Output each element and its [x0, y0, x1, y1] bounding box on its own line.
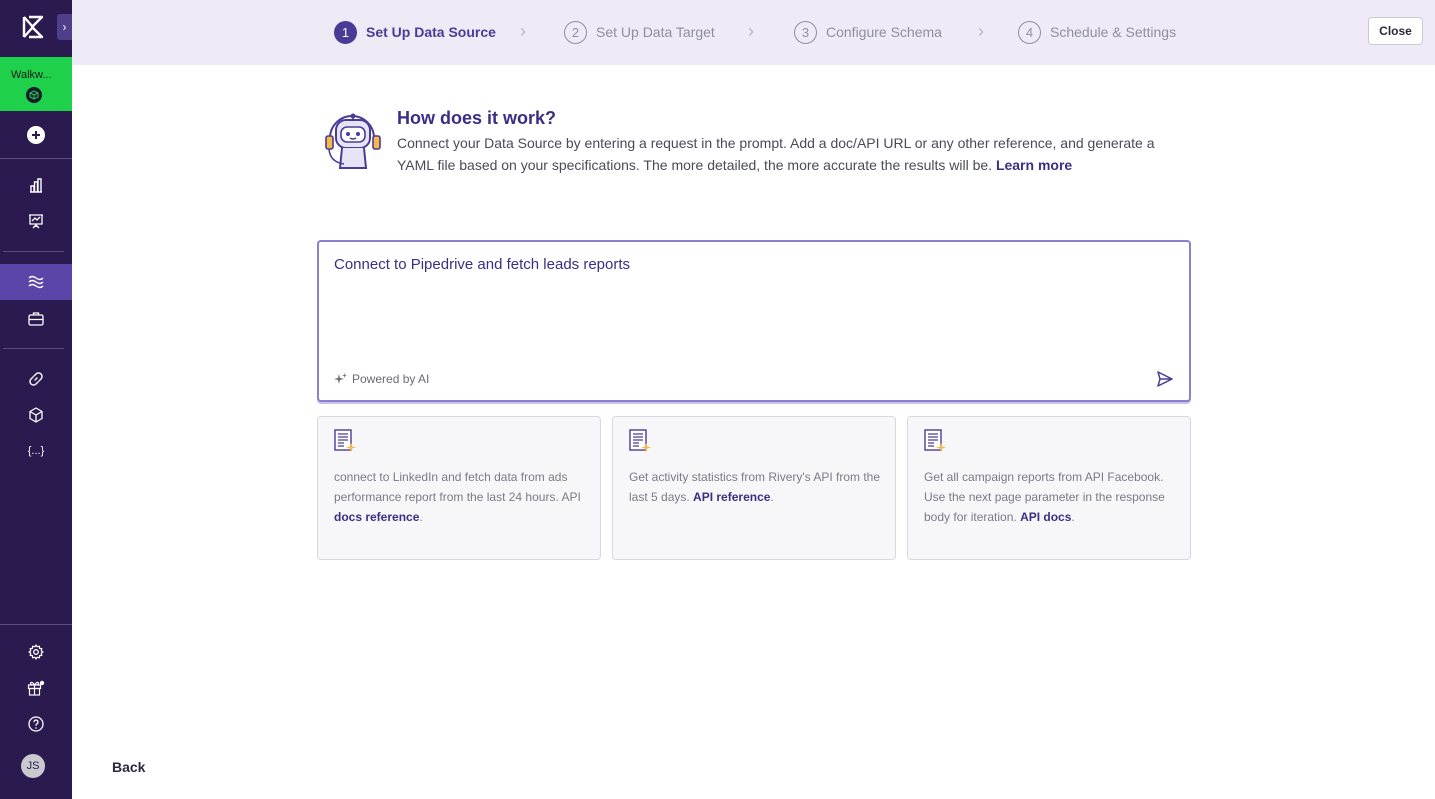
learn-more-link[interactable]: Learn more [996, 157, 1072, 173]
chevron-right-icon: › [748, 21, 754, 41]
gift-icon [27, 680, 45, 696]
sidebar-divider [0, 624, 72, 625]
sidebar-divider [0, 158, 72, 159]
docs-reference-link[interactable]: docs reference [334, 510, 419, 524]
sidebar-item-blueprints[interactable] [0, 397, 72, 433]
step-set-up-data-target[interactable]: 2 Set Up Data Target [564, 20, 715, 44]
back-button[interactable]: Back [112, 759, 145, 775]
ai-document-icon [334, 429, 358, 455]
close-button[interactable]: Close [1368, 17, 1423, 45]
send-button[interactable] [1156, 370, 1174, 388]
help-icon [28, 716, 44, 732]
step-label: Set Up Data Target [596, 24, 715, 40]
sidebar-item-connections[interactable] [0, 361, 72, 397]
sidebar-item-rivers[interactable] [0, 264, 72, 300]
user-avatar[interactable]: JS [21, 754, 45, 778]
sidebar-item-help[interactable] [0, 706, 72, 742]
step-label: Configure Schema [826, 24, 942, 40]
step-number: 2 [564, 20, 587, 44]
example-suffix: . [419, 510, 423, 524]
link-icon [29, 372, 43, 386]
waves-icon [28, 275, 44, 289]
briefcase-icon [28, 311, 44, 326]
bar-chart-icon [30, 178, 42, 193]
step-configure-schema[interactable]: 3 Configure Schema [794, 20, 942, 44]
workspace-name: Walkw... [11, 69, 52, 81]
presentation-icon [29, 214, 43, 229]
step-number: 3 [794, 20, 817, 44]
api-reference-link[interactable]: API reference [693, 490, 770, 504]
sidebar-divider [3, 251, 64, 252]
rivery-logo-icon[interactable] [20, 14, 46, 40]
powered-by-ai: Powered by AI [334, 372, 429, 386]
example-text: Get all campaign reports from API Facebo… [924, 467, 1176, 527]
ai-robot-icon [322, 110, 384, 172]
step-number: 4 [1018, 20, 1041, 44]
sidebar-expand-button[interactable]: › [57, 14, 72, 40]
sidebar-item-kits[interactable] [0, 300, 72, 336]
example-suffix: . [1071, 510, 1075, 524]
braces-icon: {...} [27, 445, 45, 457]
cube-icon [29, 407, 43, 423]
sidebar-item-create[interactable] [0, 117, 72, 153]
sidebar-item-monitoring[interactable] [0, 203, 72, 239]
send-icon [1157, 371, 1173, 387]
prompt-text[interactable]: Connect to Pipedrive and fetch leads rep… [334, 256, 630, 273]
workspace-cube-icon [26, 87, 42, 103]
step-label: Schedule & Settings [1050, 24, 1177, 40]
app-root: › Walkw... {...} JS 1 Set Up Data Source… [0, 0, 1435, 799]
powered-by-label: Powered by AI [352, 372, 430, 386]
sidebar-item-dashboard[interactable] [0, 167, 72, 203]
sidebar-item-whats-new[interactable] [0, 670, 72, 706]
prompt-input[interactable]: Connect to Pipedrive and fetch leads rep… [317, 240, 1191, 402]
example-text: Get activity statistics from Rivery's AP… [629, 467, 881, 507]
sidebar-item-variables[interactable]: {...} [0, 433, 72, 469]
chevron-right-icon: › [520, 21, 526, 41]
step-label: Set Up Data Source [366, 24, 496, 40]
info-description: Connect your Data Source by entering a r… [397, 132, 1157, 176]
example-card[interactable]: connect to LinkedIn and fetch data from … [317, 416, 601, 560]
example-card[interactable]: Get activity statistics from Rivery's AP… [612, 416, 896, 560]
step-schedule-settings[interactable]: 4 Schedule & Settings [1018, 20, 1176, 44]
sidebar-item-settings[interactable] [0, 634, 72, 670]
sparkles-icon [334, 372, 347, 384]
example-text: connect to LinkedIn and fetch data from … [334, 467, 586, 527]
example-card[interactable]: Get all campaign reports from API Facebo… [907, 416, 1191, 560]
step-set-up-data-source[interactable]: 1 Set Up Data Source [334, 20, 496, 44]
example-body: connect to LinkedIn and fetch data from … [334, 470, 581, 504]
chevron-right-icon: › [978, 21, 984, 41]
wizard-header: 1 Set Up Data Source › 2 Set Up Data Tar… [72, 0, 1435, 65]
step-number: 1 [334, 20, 357, 44]
sidebar: › Walkw... {...} JS [0, 0, 72, 799]
example-suffix: . [770, 490, 774, 504]
ai-document-icon [629, 429, 653, 455]
plus-circle-icon [27, 126, 45, 144]
gear-icon [28, 644, 44, 660]
api-docs-link[interactable]: API docs [1020, 510, 1071, 524]
workspace-switcher[interactable]: Walkw... [0, 57, 72, 111]
info-title: How does it work? [397, 108, 557, 128]
ai-document-icon [924, 429, 948, 455]
sidebar-divider [3, 348, 64, 349]
